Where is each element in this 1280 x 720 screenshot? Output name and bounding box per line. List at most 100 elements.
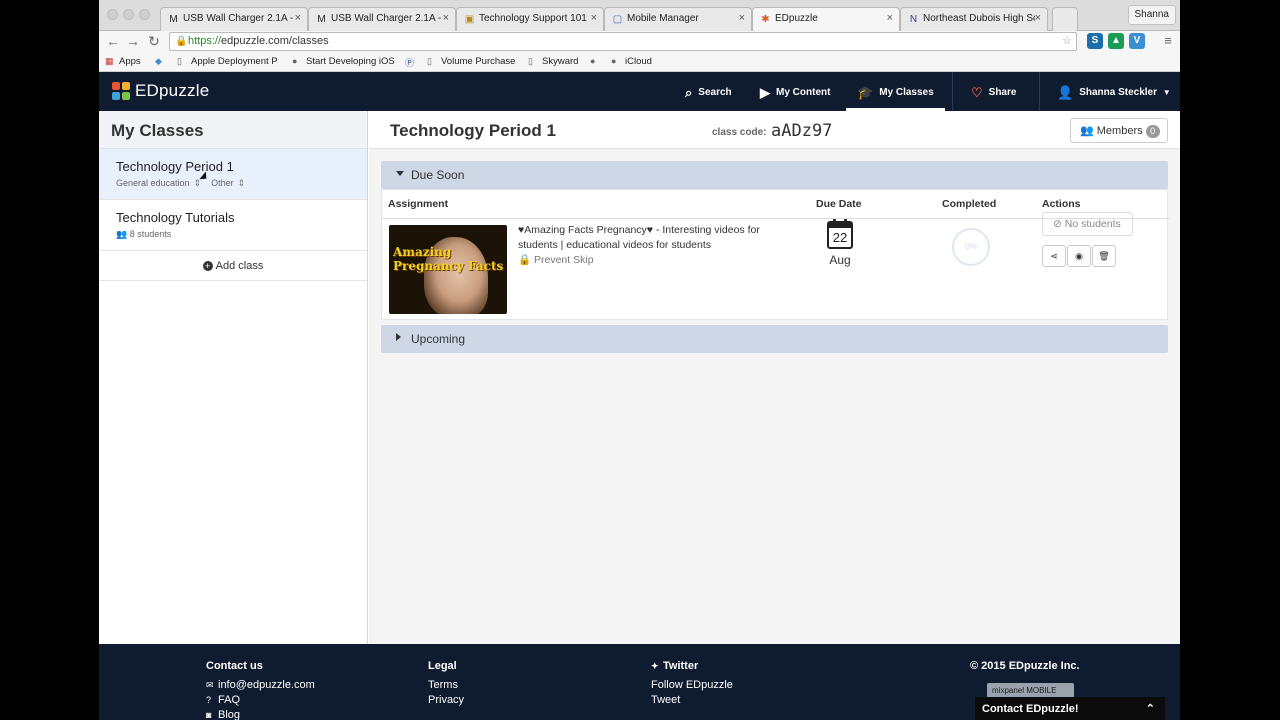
column-header-assignment: Assignment <box>388 198 449 210</box>
footer-email-link[interactable]: ✉ info@edpuzzle.com <box>206 679 315 691</box>
assignment-title[interactable]: ♥Amazing Facts Pregnancy♥ - Interesting … <box>518 223 786 253</box>
bookmark-item[interactable]: ◆ <box>155 56 169 67</box>
delete-assignment-button[interactable]: 🗑 <box>1092 245 1116 267</box>
class-level-select[interactable]: Other <box>211 178 234 188</box>
bookmark-item[interactable]: ● Start Developing iOS <box>292 56 395 67</box>
tab-close-icon[interactable]: × <box>443 12 449 24</box>
tab-close-icon[interactable]: × <box>1035 12 1041 24</box>
nav-my-content[interactable]: ▶ My Content <box>760 72 830 111</box>
p-circle-icon: Ⓟ <box>405 58 415 68</box>
copyright: © 2015 EDpuzzle Inc. <box>970 660 1080 672</box>
bookmark-apps[interactable]: ▦ Apps <box>105 56 141 67</box>
browser-toolbar: ← → ↻ 🔒 https://edpuzzle.com/classes ☆ S… <box>99 31 1180 52</box>
bookmarks-bar: ▦ Apps ◆ ▯ Apple Deployment P ● Start Devel… <box>99 52 1180 72</box>
tab-favicon-icon: ▣ <box>464 14 475 25</box>
reload-icon[interactable]: ↻ <box>146 33 162 49</box>
class-item-technology-tutorials[interactable]: Technology Tutorials 👥 8 students <box>99 200 367 251</box>
class-item-technology-period-1[interactable]: Technology Period 1 General education ⇕ Ot… <box>99 149 367 200</box>
members-button[interactable]: 👥 Members 0 <box>1070 118 1168 143</box>
browser-tab[interactable]: ▣ Technology Support 101 × <box>456 7 604 31</box>
tab-favicon-icon: N <box>909 14 918 25</box>
footer-privacy-link[interactable]: Privacy <box>428 694 464 706</box>
footer-blog-link[interactable]: ◙ Blog <box>206 709 315 720</box>
bookmark-item[interactable]: ● <box>590 56 604 67</box>
nav-my-classes[interactable]: 🎓 My Classes <box>846 72 945 111</box>
bookmark-item[interactable]: ● iCloud <box>611 56 652 67</box>
tab-close-icon[interactable]: × <box>591 12 597 24</box>
users-icon: 👥 <box>116 229 128 239</box>
column-header-actions: Actions <box>1042 198 1081 210</box>
nav-share[interactable]: ♡ Share <box>971 72 1016 111</box>
bookmark-star-icon[interactable]: ☆ <box>1062 34 1072 47</box>
tab-favicon-icon: ✱ <box>761 14 770 25</box>
page-icon: ▯ <box>177 56 182 66</box>
class-code-label: class code: <box>712 127 767 138</box>
users-icon: 👥 <box>1080 125 1094 137</box>
tab-close-icon[interactable]: × <box>887 12 893 24</box>
close-window-icon[interactable] <box>107 9 118 20</box>
browser-tab[interactable]: M USB Wall Charger 2.1A - B × <box>308 7 456 31</box>
tab-close-icon[interactable]: × <box>739 12 745 24</box>
nav-search[interactable]: ⌕ Search <box>685 72 732 111</box>
plus-circle-icon: + <box>202 261 213 271</box>
menu-icon[interactable]: ≡ <box>1160 33 1176 49</box>
bookmark-favicon-icon: ◆ <box>155 56 162 66</box>
contact-chat-widget[interactable]: Contact EDpuzzle! ⌃ <box>975 697 1165 720</box>
graduation-cap-icon: 🎓 <box>857 85 874 100</box>
bookmark-item[interactable]: ▯ Skyward <box>528 56 578 67</box>
browser-tab[interactable]: ▢ Mobile Manager × <box>604 7 752 31</box>
google-drive-icon[interactable]: ▲ <box>1108 33 1124 49</box>
minimize-window-icon[interactable] <box>123 9 134 20</box>
page-icon: ▯ <box>427 56 432 66</box>
add-class-button[interactable]: + Add class <box>99 251 367 281</box>
forward-icon[interactable]: → <box>125 33 141 49</box>
apps-grid-icon: ▦ <box>105 56 114 66</box>
share-assignment-button[interactable]: ⋖ <box>1042 245 1066 267</box>
video-thumbnail[interactable]: Amazing Pregnancy Facts <box>389 225 507 314</box>
caret-right-icon <box>396 333 401 341</box>
new-tab-button[interactable] <box>1052 7 1078 31</box>
extension-s-icon[interactable]: S <box>1087 33 1103 49</box>
zoom-window-icon[interactable] <box>139 9 150 20</box>
class-subject-select[interactable]: General education <box>116 178 190 188</box>
footer-faq-link[interactable]: ? FAQ <box>206 694 315 706</box>
bookmark-item[interactable]: ▯ Volume Purchase <box>427 56 515 67</box>
browser-tab[interactable]: M USB Wall Charger 2.1A - B × <box>160 7 308 31</box>
class-detail: Technology Period 1 class code: aADz97 👥… <box>369 111 1180 644</box>
footer-terms-link[interactable]: Terms <box>428 679 464 691</box>
chevron-up-icon: ⌃ <box>1145 703 1155 715</box>
browser-tab-active[interactable]: ✱ EDpuzzle × <box>752 7 900 32</box>
tab-close-icon[interactable]: × <box>295 12 301 24</box>
tab-favicon-icon: ▢ <box>612 14 623 25</box>
browser-user-chip[interactable]: Shanna <box>1127 5 1176 25</box>
preview-assignment-button[interactable]: ◉ <box>1067 245 1091 267</box>
question-circle-icon: ? <box>206 695 212 705</box>
due-soon-section-toggle[interactable]: Due Soon <box>381 161 1168 189</box>
footer-legal: Legal Terms Privacy <box>428 660 465 706</box>
upcoming-section-toggle[interactable]: Upcoming <box>381 325 1168 353</box>
footer-contact: Contact us ✉ info@edpuzzle.com ? FAQ ◙ Blog <box>206 660 315 720</box>
members-count-badge: 0 <box>1145 125 1160 138</box>
user-icon: 👤 <box>1057 85 1074 100</box>
bookmark-item[interactable]: Ⓟ <box>405 56 419 69</box>
no-students-button[interactable]: ⊘ No students <box>1042 212 1133 236</box>
apple-icon: ● <box>590 56 596 66</box>
sidebar-title: My Classes <box>99 111 367 149</box>
mixpanel-badge[interactable]: mixpanel MOBILE <box>987 683 1074 698</box>
browser-tab[interactable]: N Northeast Dubois High Sch × <box>900 7 1048 31</box>
rss-icon: ◙ <box>206 710 212 720</box>
footer-tweet-link[interactable]: Tweet <box>651 694 733 706</box>
calendar-icon: 22 <box>827 219 853 249</box>
trash-icon: 🗑 <box>1098 251 1110 261</box>
column-header-completed: Completed <box>942 198 997 210</box>
due-date-calendar: 22 Aug <box>826 219 854 267</box>
caret-down-icon: ▼ <box>1162 88 1171 97</box>
user-menu[interactable]: 👤 Shanna Steckler ▼ <box>1057 72 1171 111</box>
address-bar[interactable]: 🔒 https://edpuzzle.com/classes ☆ <box>169 32 1077 51</box>
bookmark-item[interactable]: ▯ Apple Deployment P <box>177 56 278 67</box>
back-icon[interactable]: ← <box>105 33 121 49</box>
footer-follow-link[interactable]: Follow EDpuzzle <box>651 679 733 691</box>
browser-window: M USB Wall Charger 2.1A - B × M USB Wall… <box>99 0 1180 720</box>
extension-v-icon[interactable]: V <box>1129 33 1145 49</box>
heart-icon: ♡ <box>971 85 983 100</box>
